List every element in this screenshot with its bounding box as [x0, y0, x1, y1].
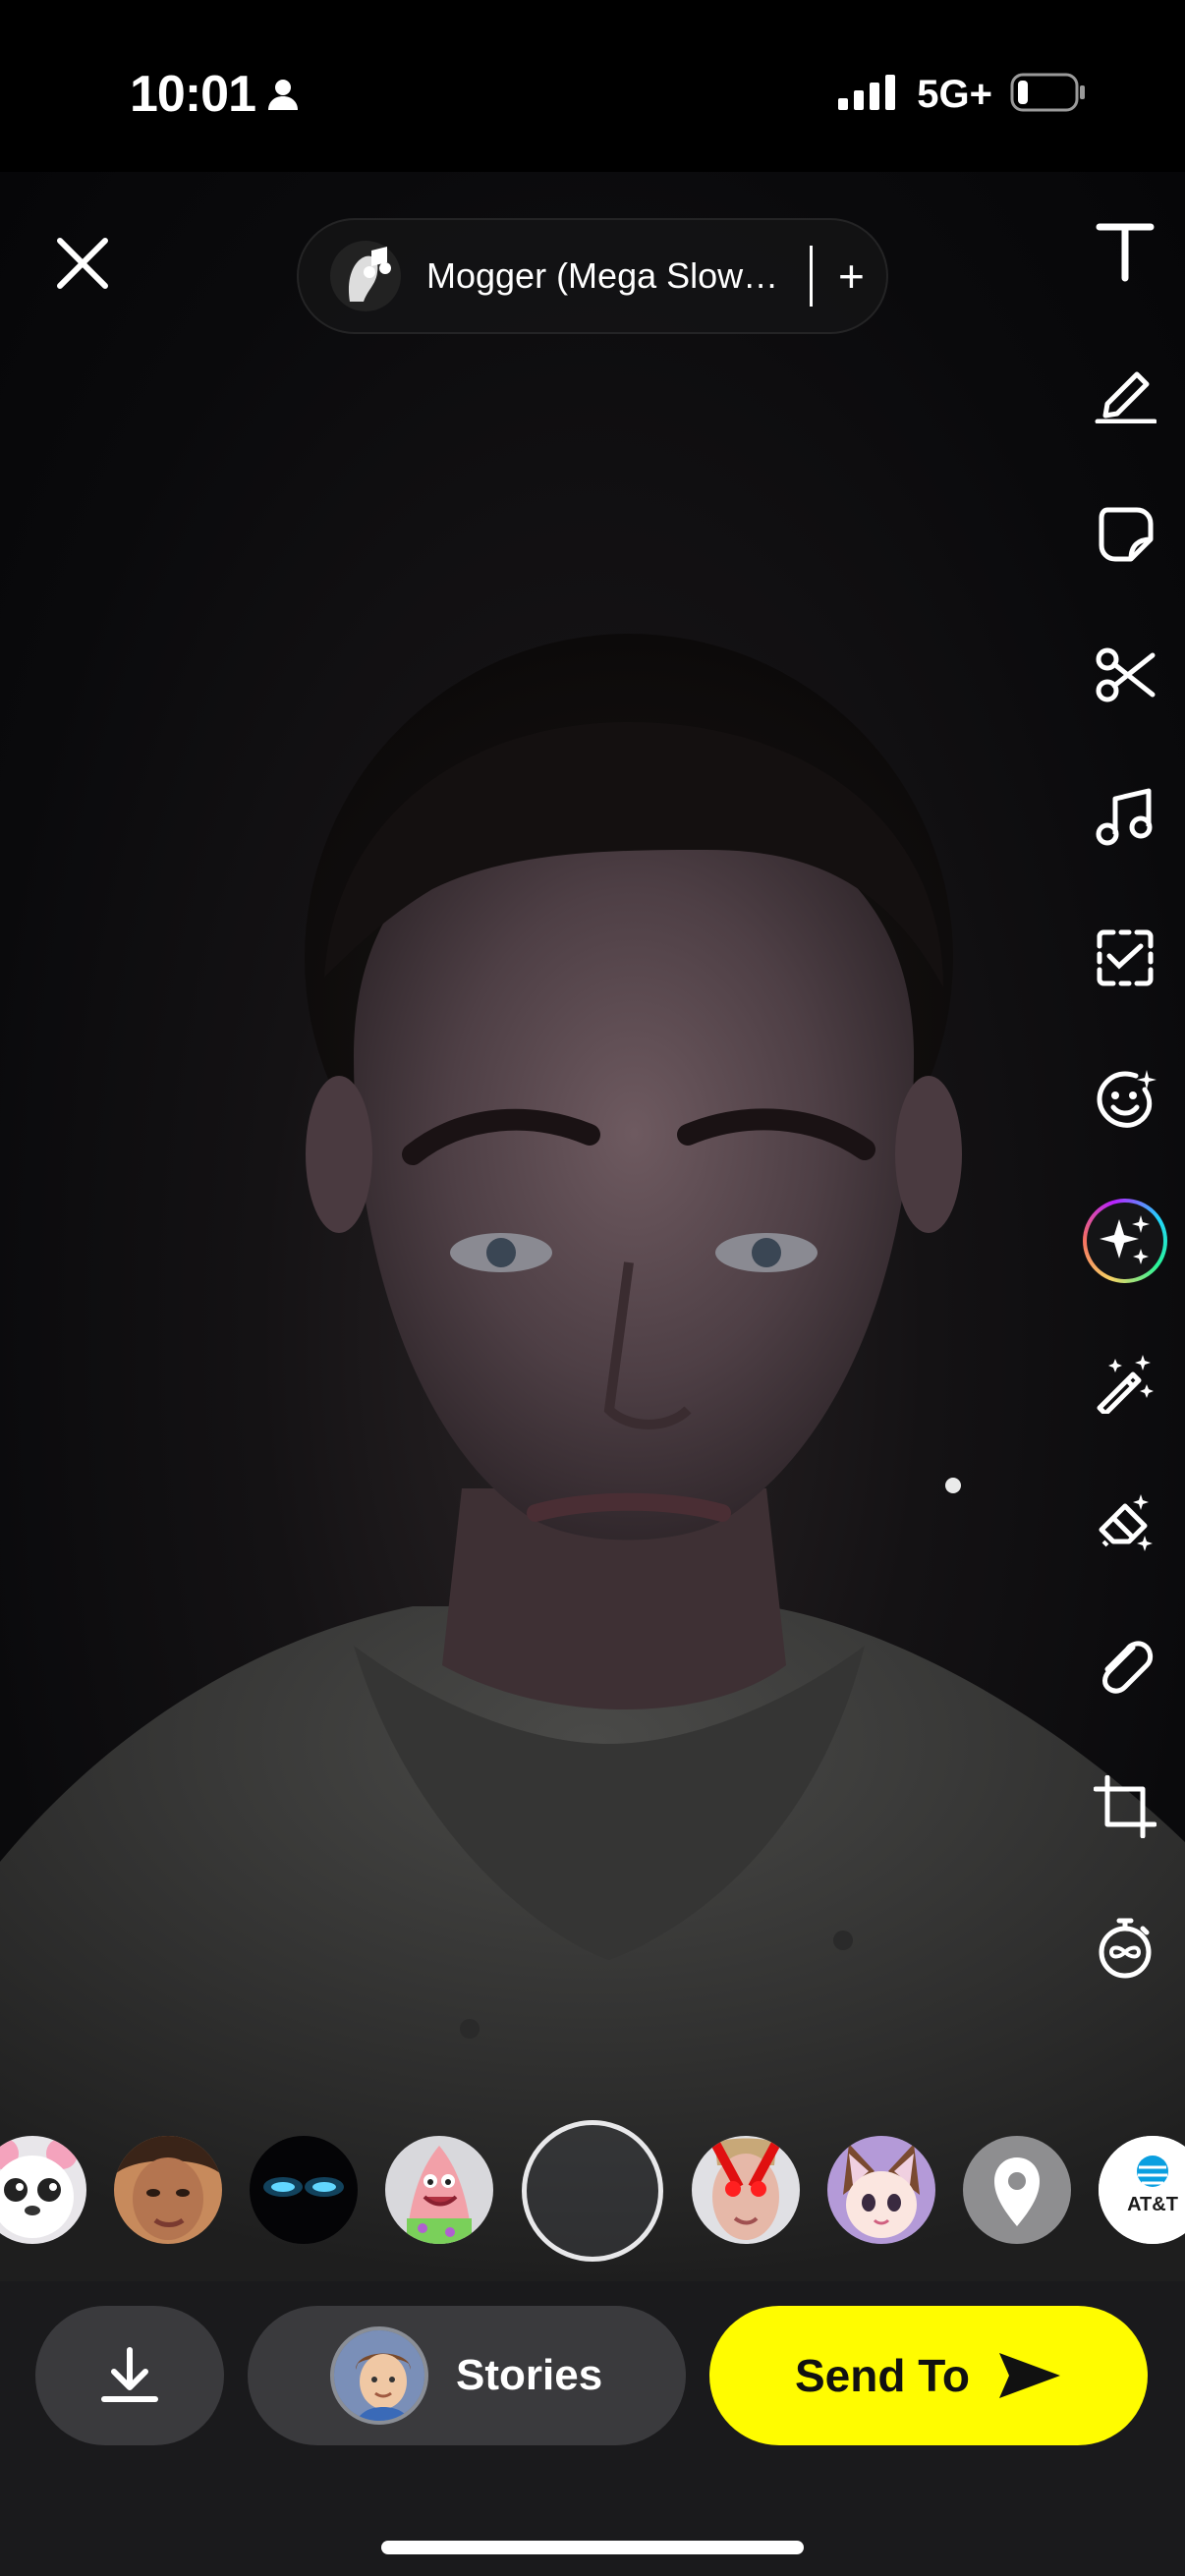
pencil-icon — [1095, 371, 1157, 423]
music-divider — [810, 246, 813, 307]
selfie-photo — [0, 634, 1185, 2281]
magic-wand-icon — [1097, 1355, 1154, 1414]
crop-icon — [1094, 1775, 1157, 1838]
send-arrow-icon — [999, 2353, 1061, 2398]
close-button[interactable] — [47, 228, 118, 299]
scissors-icon — [1096, 647, 1156, 702]
save-button[interactable] — [35, 2306, 224, 2445]
magic-eraser-icon — [1099, 1494, 1153, 1551]
lens-cat-ears[interactable] — [827, 2136, 935, 2244]
lens-glowing-eyes[interactable] — [250, 2136, 358, 2244]
home-indicator — [381, 2541, 804, 2554]
magic-wand-tool[interactable] — [1091, 1348, 1159, 1417]
battery-icon — [1010, 73, 1087, 117]
stories-label: Stories — [456, 2351, 603, 2399]
white-animal-lens-icon — [0, 2136, 86, 2244]
status-bar: 10:01 5G+ — [0, 0, 1185, 172]
photo-preview[interactable] — [0, 172, 1185, 2281]
lens-red-eyes[interactable] — [692, 2136, 800, 2244]
capture-button[interactable] — [522, 2120, 663, 2262]
cat-ears-lens-icon — [827, 2136, 935, 2244]
ai-magic-tool[interactable] — [1083, 1199, 1167, 1283]
scissors-tool[interactable] — [1091, 641, 1159, 709]
lens-tool[interactable] — [1091, 1065, 1159, 1134]
signal-icon — [838, 75, 899, 115]
add-music-button[interactable]: + — [838, 253, 865, 299]
sticker-tool[interactable] — [1091, 499, 1159, 568]
send-to-button[interactable]: Send To — [709, 2306, 1148, 2445]
stories-button[interactable]: Stories — [248, 2306, 686, 2445]
location-pin-icon — [963, 2136, 1071, 2244]
send-to-label: Send To — [794, 2350, 971, 2401]
sparkles-icon — [1100, 1215, 1150, 1264]
bottom-bar: Stories Send To — [0, 2281, 1185, 2576]
text-tool[interactable] — [1091, 216, 1159, 285]
ai-magic-inner — [1087, 1203, 1163, 1279]
album-art-icon — [330, 241, 401, 311]
status-indicators: 5G+ — [838, 73, 1087, 117]
lens-patrick[interactable] — [385, 2136, 493, 2244]
avatar — [330, 2326, 428, 2425]
lens-face[interactable] — [114, 2136, 222, 2244]
music-pill[interactable]: Mogger (Mega Slow… + — [297, 218, 888, 334]
close-icon — [57, 238, 108, 289]
patrick-lens-icon — [385, 2136, 493, 2244]
lens-location[interactable] — [963, 2136, 1071, 2244]
red-eyes-lens-icon — [692, 2136, 800, 2244]
music-title: Mogger (Mega Slow… — [426, 255, 779, 296]
snap-preview-screen: 10:01 5G+ Mogger (Mega Slow… + AT&T Stor… — [0, 0, 1185, 2576]
loop-timer-icon — [1099, 1918, 1152, 1979]
crop-tool[interactable] — [1091, 1772, 1159, 1841]
scan-icon — [1097, 929, 1154, 986]
scan-tool[interactable] — [1091, 924, 1159, 992]
person-icon — [265, 77, 301, 117]
smiley-sparkle-icon — [1097, 1070, 1157, 1128]
paperclip-icon — [1102, 1641, 1154, 1694]
glowing-eyes-lens-icon — [250, 2136, 358, 2244]
download-icon — [101, 2347, 158, 2402]
bitmoji-avatar-icon — [334, 2330, 424, 2421]
draw-tool[interactable] — [1091, 358, 1159, 426]
timer-tool[interactable] — [1091, 1914, 1159, 1983]
att-label: AT&T — [1127, 2194, 1178, 2215]
face-lens-icon — [114, 2136, 222, 2244]
attach-tool[interactable] — [1091, 1631, 1159, 1700]
lens-white-animal[interactable] — [0, 2136, 86, 2244]
sticker-icon — [1099, 507, 1154, 562]
music-note-icon — [1096, 788, 1153, 846]
status-time: 10:01 — [130, 66, 256, 123]
lens-carousel: AT&T — [0, 2120, 1185, 2262]
text-icon — [1096, 223, 1155, 282]
att-logo-icon: AT&T — [1099, 2136, 1185, 2244]
network-label: 5G+ — [917, 73, 992, 116]
lens-att[interactable]: AT&T — [1099, 2136, 1185, 2244]
magic-eraser-tool[interactable] — [1091, 1489, 1159, 1558]
music-tool[interactable] — [1091, 782, 1159, 851]
